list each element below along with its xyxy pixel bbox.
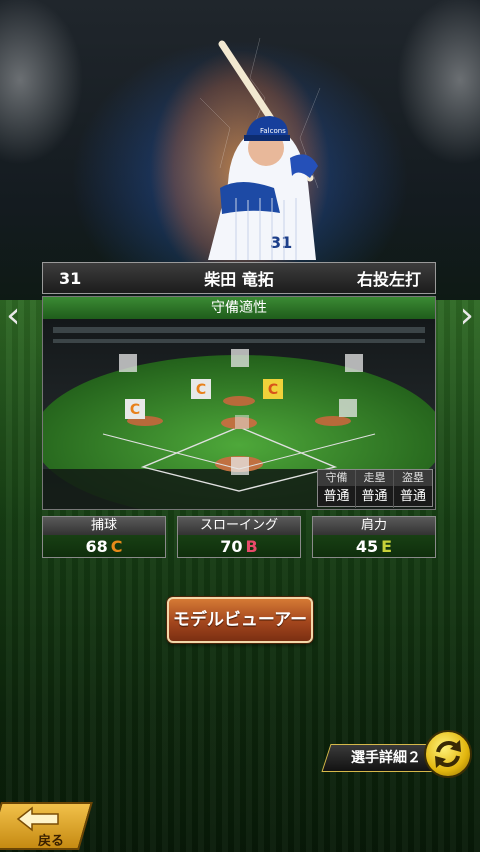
shortstop-marker[interactable]: C [191,379,211,399]
baserunning-header: 走塁 [356,470,394,486]
run-defense-summary: 守備 走塁 盗塁 普通 普通 普通 [317,469,433,508]
baserunning-value: 普通 [356,486,394,508]
jersey-number: 31 [270,233,292,252]
stat-value: 45 [355,537,379,556]
defense-header: 守備 [318,470,356,486]
next-player-arrow[interactable]: › [460,298,474,334]
left-field-marker[interactable] [119,354,137,372]
third-base-marker[interactable]: C [125,399,145,419]
svg-text:C: C [130,402,140,418]
panel-title: 守備適性 [43,297,435,320]
back-label[interactable]: 戻る [38,830,64,849]
stat-label: スローイング [178,517,300,535]
right-field-marker[interactable] [345,354,363,372]
svg-text:C: C [268,382,278,398]
stat-label: 捕球 [43,517,165,535]
center-field-marker[interactable] [231,349,249,367]
prev-player-arrow[interactable]: ‹ [6,298,20,334]
defense-value: 普通 [318,486,356,508]
swap-icon[interactable] [424,730,472,778]
second-base-marker[interactable]: C [263,379,283,399]
stat-label: 肩力 [313,517,435,535]
catcher-marker[interactable] [231,457,249,475]
baseball-field: C C C 守備 走塁 盗塁 普通 普通 普通 [43,319,435,509]
stat-value: 70 [220,537,243,556]
player-handedness: 右投左打 [356,270,421,289]
player-illustration: Falcons 31 [199,38,321,260]
stat-grade: B [245,537,258,556]
stat-grade: E [381,537,393,556]
cap-logo: Falcons [260,127,286,135]
svg-text:C: C [196,382,206,398]
steal-header: 盗塁 [394,470,432,486]
steal-value: 普通 [399,489,426,504]
defense-aptitude-panel: 守備適性 C C C 守備 走塁 盗塁 普通 普通 普通 [42,296,436,510]
arm-strength-stat: 肩力 45 E [312,516,436,558]
throwing-stat: スローイング 70 B [177,516,301,558]
pitcher-marker[interactable] [235,415,249,429]
stat-grade: C [110,537,123,556]
player-info-bar: 31 柴田 竜拓 右投左打 [42,262,436,294]
stat-value: 68 [85,537,108,556]
model-viewer-button[interactable]: モデルビューアー [167,597,313,643]
player-detail-2-label[interactable]: 選手詳細２ [336,744,436,772]
fielding-stat: 捕球 68 C [42,516,166,558]
back-arrow-icon [16,806,59,832]
first-base-marker[interactable] [339,399,357,417]
